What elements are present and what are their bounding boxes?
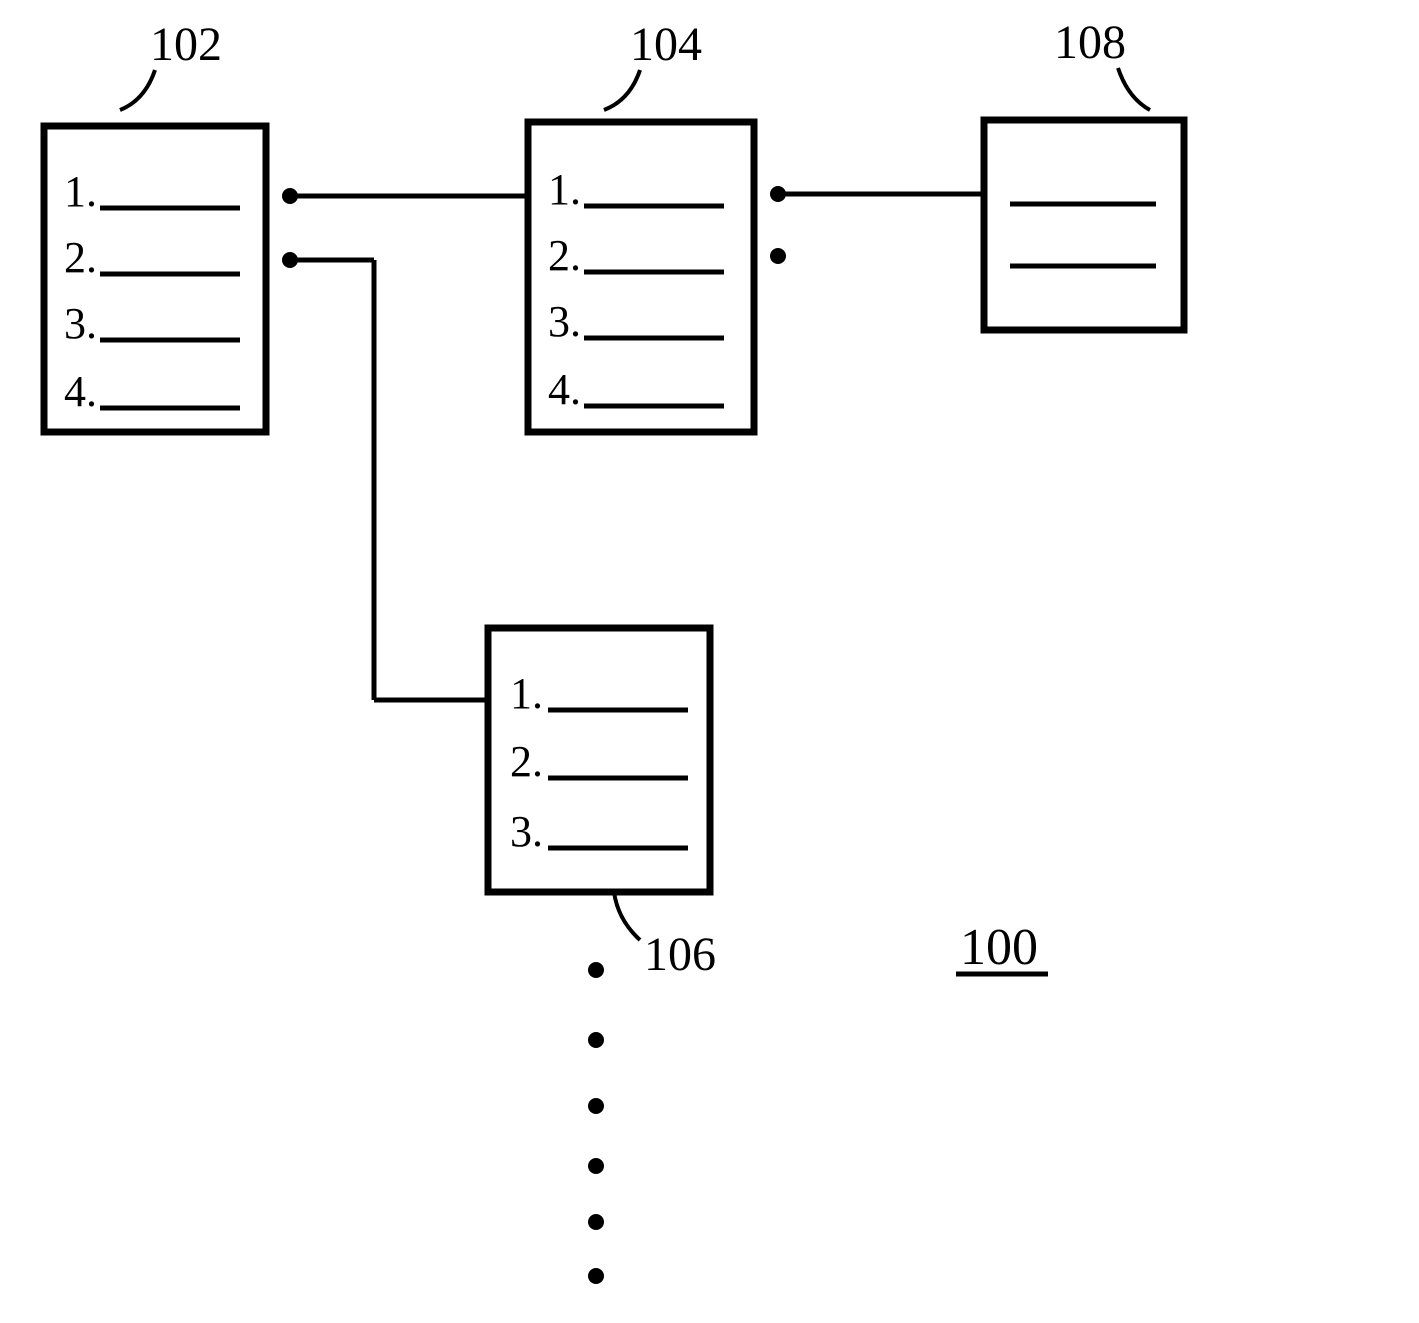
box-102-label: 102 <box>150 18 222 71</box>
connector-104-to-108 <box>770 186 984 264</box>
connector-102-to-106 <box>282 252 488 700</box>
box-106-item-1: 1. <box>510 669 543 718</box>
box-104-label: 104 <box>630 18 702 71</box>
figure-label-100: 100 <box>956 919 1048 976</box>
figure-label-text: 100 <box>960 919 1038 976</box>
tick-108 <box>1118 68 1150 110</box>
box-106-item-3: 3. <box>510 807 543 856</box>
diagram: 102 1. 2. 3. 4. 104 1. 2. 3. 4. 108 <box>0 0 1419 1323</box>
tick-106 <box>614 892 640 940</box>
box-104: 104 1. 2. 3. 4. <box>528 18 754 432</box>
box-102-item-4: 4. <box>64 367 97 416</box>
connector-102-to-104 <box>282 188 528 204</box>
tick-102 <box>120 70 155 110</box>
box-104-item-4: 4. <box>548 365 581 414</box>
box-102-item-2: 2. <box>64 233 97 282</box>
box-104-item-1: 1. <box>548 165 581 214</box>
box-102: 102 1. 2. 3. 4. <box>44 18 266 432</box>
box-102-item-1: 1. <box>64 167 97 216</box>
ellipsis-dots <box>588 962 604 1284</box>
box-106-item-2: 2. <box>510 737 543 786</box>
box-108: 108 <box>984 16 1184 330</box>
box-104-item-3: 3. <box>548 297 581 346</box>
tick-104 <box>604 70 640 110</box>
box-108-label: 108 <box>1054 16 1126 69</box>
box-104-item-2: 2. <box>548 231 581 280</box>
box-102-item-3: 3. <box>64 299 97 348</box>
box-106-label: 106 <box>644 928 716 981</box>
box-106: 1. 2. 3. 106 <box>488 628 716 981</box>
